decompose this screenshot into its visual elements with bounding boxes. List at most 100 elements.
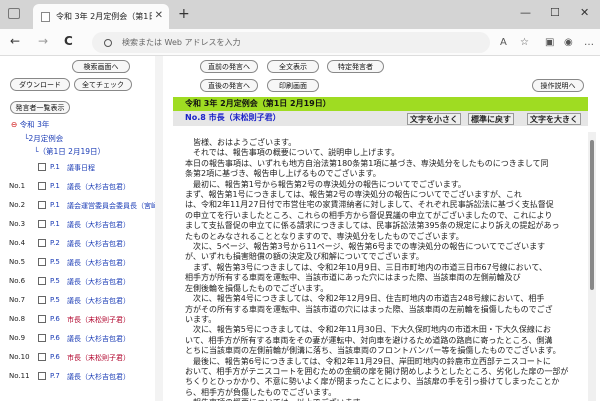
speech-page[interactable]: P.6: [50, 353, 60, 361]
font-normal-button[interactable]: 標準に戻す: [468, 113, 514, 125]
speech-row[interactable]: No.1 P.1 議長（大杉吉包君）: [0, 178, 162, 195]
speech-row[interactable]: No.5 P.5 議長（大杉吉包君）: [0, 254, 162, 271]
tree-day[interactable]: └（第1日 2月19日）: [34, 146, 105, 157]
speech-line: それでは、報告事項の概要について、説明申し上げます。: [193, 148, 400, 158]
speech-page[interactable]: P.6: [50, 315, 60, 323]
next-speech-button[interactable]: 直後の発言へ: [200, 79, 258, 92]
speech-row[interactable]: No.6 P.5 議長（大杉吉包君）: [0, 273, 162, 290]
main-scrollbar-thumb[interactable]: [590, 140, 594, 290]
speech-speaker-link[interactable]: 議長（大杉吉包君）: [67, 296, 130, 306]
forward-button[interactable]: →: [38, 34, 48, 48]
speech-speaker-link[interactable]: 議長（大杉吉包君）: [67, 258, 130, 268]
speech-checkbox[interactable]: [38, 182, 46, 190]
prev-speech-button[interactable]: 直前の発言へ: [200, 60, 258, 73]
speech-page[interactable]: P.1: [50, 163, 60, 171]
speech-speaker-link[interactable]: 議事日程: [67, 163, 95, 173]
speech-speaker-link[interactable]: 議長（大杉吉包君）: [67, 334, 130, 344]
speech-row[interactable]: No.2 P.1 議会運営委員会委員長（宮崎光...: [0, 197, 162, 214]
speech-checkbox[interactable]: [38, 163, 46, 171]
speech-number: No.7: [9, 296, 26, 304]
speech-line: が、いずれも損害賠償の額の決定及び和解についてでございます。: [185, 252, 424, 262]
check-all-button[interactable]: 全てチェック: [74, 78, 132, 91]
speech-number: No.9: [9, 334, 26, 342]
maximize-button[interactable]: ☐: [550, 6, 560, 19]
speech-checkbox[interactable]: [38, 353, 46, 361]
close-tab-icon[interactable]: ✕: [155, 10, 163, 21]
speech-checkbox[interactable]: [38, 201, 46, 209]
more-menu-icon[interactable]: …: [584, 37, 594, 48]
speech-line: ちくりとひっかかり、不意に勢いよく扉が閉まったことにより、当該扉の手を引っ掛けて…: [185, 377, 560, 387]
browser-tab[interactable]: 令和 3年 2月定例会（第1日 2月 ✕: [33, 4, 169, 29]
speech-speaker-link[interactable]: 議長（大杉吉包君）: [67, 239, 130, 249]
speech-speaker-link[interactable]: 議長（大杉吉包君）: [67, 277, 130, 287]
font-larger-button[interactable]: 文字を大きく: [527, 113, 581, 125]
speech-page[interactable]: P.6: [50, 334, 60, 342]
address-bar[interactable]: 検索または Web アドレスを入力: [92, 32, 490, 53]
speech-page[interactable]: P.1: [50, 182, 60, 190]
speech-checkbox[interactable]: [38, 239, 46, 247]
left-scrollbar[interactable]: [155, 56, 163, 401]
address-toolbar: ← → C 検索または Web アドレスを入力 A ☆ ▣ ◉ …: [0, 29, 600, 56]
speech-page[interactable]: P.2: [50, 239, 60, 247]
speech-page[interactable]: P.7: [50, 372, 60, 380]
speech-line: います。: [185, 314, 217, 324]
speech-checkbox[interactable]: [38, 220, 46, 228]
speech-row[interactable]: No.11 P.7 議長（大杉吉包君）: [0, 368, 162, 385]
speech-checkbox[interactable]: [38, 372, 46, 380]
speech-row[interactable]: No.8 P.6 市長（末松則子君）: [0, 311, 162, 328]
download-button[interactable]: ダウンロード: [10, 78, 70, 91]
speech-page[interactable]: P.5: [50, 277, 60, 285]
collections-icon[interactable]: ▣: [545, 37, 554, 48]
speech-checkbox[interactable]: [38, 296, 46, 304]
speech-page[interactable]: P.1: [50, 201, 60, 209]
speech-list-pane: 検索画面へ ダウンロード 全てチェック 発言者一覧表示 ⊖ 令和 3年 └2月定…: [0, 56, 163, 401]
speech-speaker-link[interactable]: 議長（大杉吉包君）: [67, 220, 130, 230]
speech-checkbox[interactable]: [38, 277, 46, 285]
tab-actions-icon[interactable]: [8, 8, 20, 19]
speech-row[interactable]: P.1 議事日程: [0, 159, 162, 176]
speech-line: まして支払督促の申立てに係る請求につきましては、民事訴訟法第395条の規定により…: [185, 221, 560, 231]
speech-line: 相手方が所有する車両を運転中、当該市道にあった穴にはまった際、当該車両の左側前輪…: [185, 273, 521, 283]
new-tab-button[interactable]: +: [178, 6, 190, 22]
profile-icon[interactable]: ◉: [564, 37, 573, 48]
expand-icon[interactable]: ⊖: [11, 120, 17, 129]
window-close-button[interactable]: ✕: [580, 6, 589, 19]
speech-page[interactable]: P.5: [50, 296, 60, 304]
speech-text: 皆様、おはようございます。 それでは、報告事項の概要について、説明申し上げます。本…: [185, 138, 580, 401]
speech-line: ら、相手方が負傷したものでございます。: [185, 387, 337, 397]
speech-speaker-link[interactable]: 議会運営委員会委員長（宮崎光...: [67, 201, 162, 211]
search-screen-button[interactable]: 検索画面へ: [72, 60, 130, 73]
read-aloud-icon[interactable]: A: [500, 37, 507, 48]
speech-number: No.3: [9, 220, 26, 228]
speech-speaker-link[interactable]: 市長（末松則子君）: [67, 315, 130, 325]
speech-checkbox[interactable]: [38, 334, 46, 342]
back-button[interactable]: ←: [10, 34, 20, 48]
reload-button[interactable]: C: [64, 34, 73, 48]
speech-row[interactable]: No.10 P.6 市長（末松則子君）: [0, 349, 162, 366]
specific-speaker-button[interactable]: 特定発言者: [327, 60, 384, 73]
speech-row[interactable]: No.4 P.2 議長（大杉吉包君）: [0, 235, 162, 252]
speech-row[interactable]: No.9 P.6 議長（大杉吉包君）: [0, 330, 162, 347]
speech-line: は、令和2年11月27日付で市営住宅の家賃滞納者に対しまして、それぞれ民事訴訟法…: [185, 200, 554, 210]
speech-speaker-link[interactable]: 議長（大杉吉包君）: [67, 372, 130, 382]
speaker-list-button[interactable]: 発言者一覧表示: [10, 101, 70, 114]
tree-session[interactable]: └2月定例会: [24, 133, 63, 144]
help-button[interactable]: 操作説明へ: [532, 79, 584, 92]
speaker-name: No.8 市長（末松則子君）: [185, 113, 281, 122]
speech-speaker-link[interactable]: 議長（大杉吉包君）: [67, 182, 130, 192]
speech-checkbox[interactable]: [38, 258, 46, 266]
speech-page[interactable]: P.1: [50, 220, 60, 228]
speech-speaker-link[interactable]: 市長（末松則子君）: [67, 353, 130, 363]
show-all-button[interactable]: 全文表示: [267, 60, 319, 73]
print-screen-button[interactable]: 印刷画面: [267, 79, 319, 92]
speech-row[interactable]: No.7 P.5 議長（大杉吉包君）: [0, 292, 162, 309]
favorites-star-icon[interactable]: ☆: [520, 37, 529, 48]
font-smaller-button[interactable]: 文字を小さく: [407, 113, 461, 125]
tab-title: 令和 3年 2月定例会（第1日 2月: [56, 12, 152, 21]
tree-year[interactable]: ⊖ 令和 3年: [11, 119, 49, 130]
minimize-button[interactable]: —: [520, 6, 531, 19]
speech-checkbox[interactable]: [38, 315, 46, 323]
speech-row[interactable]: No.3 P.1 議長（大杉吉包君）: [0, 216, 162, 233]
speech-page[interactable]: P.5: [50, 258, 60, 266]
speech-number: No.8: [9, 315, 26, 323]
